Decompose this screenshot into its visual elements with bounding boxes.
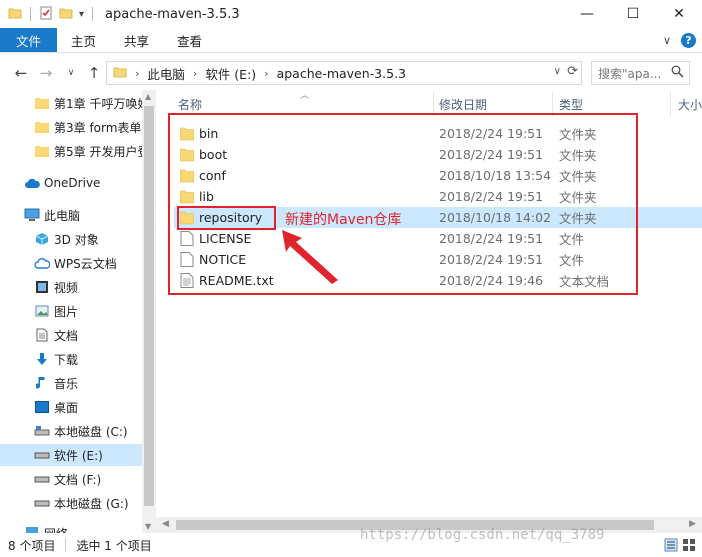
refresh-icon[interactable]: ⟳ xyxy=(567,64,578,79)
document-icon xyxy=(34,327,50,343)
search-placeholder: 搜索"apa... xyxy=(598,66,662,81)
nav-item-desktop[interactable]: 桌面 xyxy=(0,396,142,418)
breadcrumb-current-folder[interactable]: apache-maven-3.5.3 xyxy=(277,66,406,81)
drive-g-icon xyxy=(34,495,50,511)
download-icon xyxy=(34,351,50,367)
nav-scrollbar[interactable]: ▲ ▼ xyxy=(142,90,156,533)
tab-file[interactable]: 文件 xyxy=(0,28,58,52)
title-bar: ▾ apache-maven-3.5.3 — ☐ ✕ xyxy=(0,0,702,28)
address-row: ← → ∨ ↑ › 此电脑 › 软件 (E:) › apache-maven-3… xyxy=(0,56,702,90)
expand-ribbon-icon[interactable]: ∨ xyxy=(663,34,671,47)
music-icon xyxy=(34,375,50,391)
scroll-up-icon[interactable]: ▲ xyxy=(145,92,151,101)
video-icon xyxy=(34,279,50,295)
column-divider[interactable] xyxy=(670,92,671,116)
desktop-icon xyxy=(34,399,50,415)
chevron-right-icon[interactable]: › xyxy=(264,67,268,80)
forward-arrow-icon[interactable]: → xyxy=(35,62,57,84)
new-folder-icon[interactable] xyxy=(59,6,73,23)
breadcrumb-this-pc[interactable]: 此电脑 xyxy=(147,64,185,83)
nav-item-3d-objects[interactable]: 3D 对象 xyxy=(0,228,142,250)
folder-icon xyxy=(34,143,50,159)
tab-share[interactable]: 共享 xyxy=(110,28,163,52)
column-header-size[interactable]: 大小 xyxy=(678,90,702,118)
recent-locations-icon[interactable]: ∨ xyxy=(60,62,82,84)
navigation-pane: 第1章 千呼万唤始 第3章 form表单标签 第5章 开发用户登 OneDriv… xyxy=(0,90,156,533)
nav-item-drive-f[interactable]: 文档 (F:) xyxy=(0,468,142,490)
annotation-box-repository xyxy=(177,206,276,230)
minimize-button[interactable]: — xyxy=(564,0,610,28)
wps-cloud-icon xyxy=(34,255,50,271)
window-title: apache-maven-3.5.3 xyxy=(105,6,240,22)
folder-icon xyxy=(34,119,50,135)
up-arrow-icon[interactable]: ↑ xyxy=(83,62,105,84)
ribbon-tabs: 文件 主页 共享 查看 ∨ ? xyxy=(0,28,702,53)
nav-item-music[interactable]: 音乐 xyxy=(0,372,142,394)
large-icons-view-icon[interactable] xyxy=(682,538,696,555)
nav-item-chapter5[interactable]: 第5章 开发用户登 xyxy=(0,140,142,162)
chevron-right-icon[interactable]: › xyxy=(135,67,139,80)
picture-icon xyxy=(34,303,50,319)
quick-access-toolbar: ▾ xyxy=(0,0,95,28)
network-icon xyxy=(24,525,40,533)
drive-f-icon xyxy=(34,471,50,487)
tab-home[interactable]: 主页 xyxy=(57,28,110,52)
close-button[interactable]: ✕ xyxy=(656,0,702,28)
nav-item-drive-c[interactable]: 本地磁盘 (C:) xyxy=(0,420,142,442)
nav-item-documents[interactable]: 文档 xyxy=(0,324,142,346)
tab-view[interactable]: 查看 xyxy=(163,28,216,52)
annotation-label: 新建的Maven仓库 xyxy=(285,212,402,228)
annotation-arrow-icon xyxy=(282,230,338,284)
cloud-icon xyxy=(24,175,40,191)
maximize-button[interactable]: ☐ xyxy=(610,0,656,28)
computer-icon xyxy=(24,207,40,223)
folder-icon xyxy=(34,95,50,111)
breadcrumb-drive-e[interactable]: 软件 (E:) xyxy=(205,64,256,83)
status-selected-count: 选中 1 个项目 xyxy=(76,538,152,553)
nav-item-downloads[interactable]: 下载 xyxy=(0,348,142,370)
nav-item-chapter1[interactable]: 第1章 千呼万唤始 xyxy=(0,92,142,114)
help-icon[interactable]: ? xyxy=(681,32,696,48)
folder-icon xyxy=(113,65,127,82)
nav-item-drive-e[interactable]: 软件 (E:) xyxy=(0,444,142,466)
nav-item-onedrive[interactable]: OneDrive xyxy=(0,172,142,194)
sort-ascending-icon: ︿ xyxy=(300,91,310,101)
nav-item-drive-g[interactable]: 本地磁盘 (G:) xyxy=(0,492,142,514)
address-bar[interactable]: › 此电脑 › 软件 (E:) › apache-maven-3.5.3 ∨ ⟳ xyxy=(106,61,582,85)
scroll-left-icon[interactable]: ◀ xyxy=(162,519,169,529)
view-toggle xyxy=(664,538,696,555)
chevron-down-icon[interactable]: ▾ xyxy=(79,9,84,20)
cube-icon xyxy=(34,231,50,247)
scroll-right-icon[interactable]: ▶ xyxy=(689,519,696,529)
scroll-down-icon[interactable]: ▼ xyxy=(145,522,151,531)
nav-item-videos[interactable]: 视频 xyxy=(0,276,142,298)
properties-icon[interactable] xyxy=(39,6,53,23)
chevron-down-icon[interactable]: ∨ xyxy=(554,66,561,77)
annotation-box-files xyxy=(168,113,638,295)
watermark: https://blog.csdn.net/qq_3789 xyxy=(360,527,605,543)
details-view-icon[interactable] xyxy=(664,538,678,555)
nav-scrollbar-thumb[interactable] xyxy=(144,106,154,506)
drive-e-icon xyxy=(34,447,50,463)
nav-item-pictures[interactable]: 图片 xyxy=(0,300,142,322)
search-input[interactable]: 搜索"apa... xyxy=(591,61,690,85)
status-item-count: 8 个项目 xyxy=(8,538,56,553)
chevron-right-icon[interactable]: › xyxy=(193,67,197,80)
nav-item-chapter3[interactable]: 第3章 form表单标签 xyxy=(0,116,142,138)
nav-item-wps-cloud[interactable]: WPS云文档 xyxy=(0,252,142,274)
folder-icon xyxy=(8,6,22,23)
nav-item-this-pc[interactable]: 此电脑 xyxy=(0,204,142,226)
back-arrow-icon[interactable]: ← xyxy=(10,62,32,84)
search-icon[interactable] xyxy=(671,65,684,81)
drive-c-icon xyxy=(34,423,50,439)
nav-item-network[interactable]: 网络 xyxy=(0,522,142,533)
